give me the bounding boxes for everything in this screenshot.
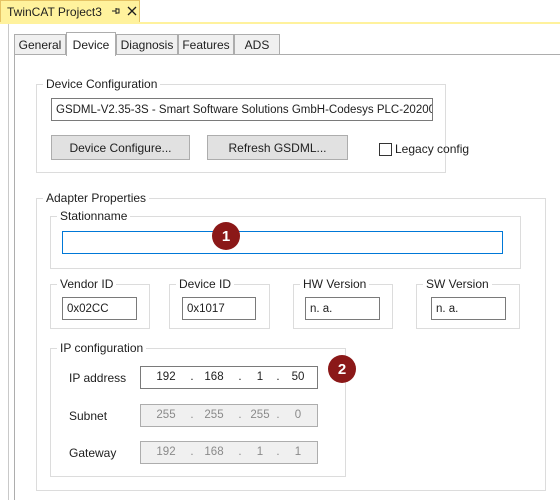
stationname-legend: Stationname: [60, 209, 128, 223]
subnet-octet: 0: [294, 409, 302, 421]
subnet-label: Subnet: [69, 409, 108, 423]
gateway-octet: 1: [294, 446, 302, 458]
ip-octet: 50: [291, 371, 305, 383]
legacy-config-checkbox[interactable]: [379, 143, 392, 156]
annotation-marker-1: 1: [212, 222, 240, 250]
adapter-properties-legend: Adapter Properties: [46, 191, 147, 205]
ip-configuration-legend: IP configuration: [60, 341, 144, 355]
sw-version-legend: SW Version: [426, 277, 489, 291]
subnet-octet: 255: [250, 409, 270, 421]
tab-diagnosis[interactable]: Diagnosis: [116, 34, 178, 55]
tab-device[interactable]: Device: [66, 32, 116, 56]
pin-icon[interactable]: [109, 5, 121, 17]
ip-dot: .: [276, 409, 280, 421]
tab-general[interactable]: General: [14, 34, 66, 55]
document-tab[interactable]: TwinCAT Project3: [0, 0, 140, 22]
ip-octet: 1: [256, 371, 264, 383]
gateway-input: 192 . 168 . 1 . 1: [140, 441, 318, 464]
ip-dot: .: [190, 409, 194, 421]
ip-dot: .: [276, 446, 280, 458]
gateway-octet: 1: [256, 446, 264, 458]
tab-ads[interactable]: ADS: [234, 34, 280, 55]
annotation-marker-2: 2: [328, 355, 356, 383]
refresh-gsdml-button[interactable]: Refresh GSDML...: [207, 135, 348, 160]
ip-address-input[interactable]: 192 . 168 . 1 . 50: [140, 366, 318, 389]
gateway-label: Gateway: [69, 446, 117, 460]
stationname-input[interactable]: [62, 231, 503, 254]
device-configure-button[interactable]: Device Configure...: [51, 135, 190, 160]
legacy-config-label: Legacy config: [395, 142, 470, 156]
gsdml-field[interactable]: GSDML-V2.35-3S - Smart Software Solution…: [51, 98, 433, 121]
document-tab-title: TwinCAT Project3: [7, 4, 102, 19]
subnet-input: 255 . 255 . 255 . 0: [140, 404, 318, 427]
ip-octet: 168: [204, 371, 224, 383]
subnet-octet: 255: [204, 409, 224, 421]
ip-dot: .: [238, 446, 242, 458]
device-id-field[interactable]: 0x1017: [182, 297, 256, 320]
document-tab-underline: [0, 22, 560, 24]
ip-dot: .: [276, 371, 280, 383]
ip-dot: .: [190, 446, 194, 458]
document-tabstrip: TwinCAT Project3: [0, 0, 560, 22]
gateway-octet: 192: [156, 446, 176, 458]
vendor-id-legend: Vendor ID: [60, 277, 114, 291]
close-icon[interactable]: [126, 5, 138, 17]
hw-version-legend: HW Version: [303, 277, 367, 291]
ip-octet: 192: [156, 371, 176, 383]
property-tabs: General Device Diagnosis Features ADS: [14, 32, 560, 56]
gateway-octet: 168: [204, 446, 224, 458]
device-configuration-legend: Device Configuration: [46, 77, 158, 91]
window-border: [8, 24, 9, 500]
ip-dot: .: [238, 371, 242, 383]
subnet-octet: 255: [156, 409, 176, 421]
hw-version-field[interactable]: n. a.: [305, 297, 380, 320]
sw-version-field[interactable]: n. a.: [431, 297, 506, 320]
ip-dot: .: [238, 409, 242, 421]
tab-features[interactable]: Features: [178, 34, 234, 55]
ip-dot: .: [190, 371, 194, 383]
ip-address-label: IP address: [69, 371, 127, 385]
vendor-id-field[interactable]: 0x02CC: [62, 297, 137, 320]
device-id-legend: Device ID: [179, 277, 232, 291]
